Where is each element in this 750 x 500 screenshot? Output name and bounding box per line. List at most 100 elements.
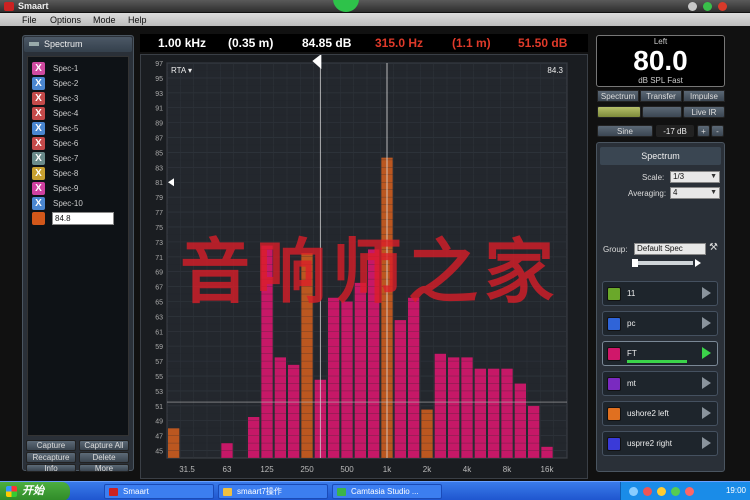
tray-icon[interactable] xyxy=(671,487,680,496)
spec-row[interactable]: X Spec-2 xyxy=(32,77,126,91)
play-icon[interactable] xyxy=(702,287,711,299)
trace-row[interactable]: mt xyxy=(602,371,718,396)
spec-toggle-icon[interactable]: X xyxy=(32,77,45,90)
x-tick-label: 2k xyxy=(423,465,432,474)
trace-color-swatch[interactable] xyxy=(607,347,621,361)
taskbar-item[interactable]: Smaart xyxy=(104,484,214,499)
menu-help[interactable]: Help xyxy=(128,15,147,25)
trace-name: ushore2 left xyxy=(627,409,669,418)
y-tick-label: 59 xyxy=(155,344,163,351)
slider-handle[interactable] xyxy=(632,259,638,267)
spec-row[interactable]: X Spec-8 xyxy=(32,167,126,181)
tab-spectrum[interactable]: Spectrum xyxy=(597,90,639,102)
tray-icon[interactable] xyxy=(685,487,694,496)
y-tick-label: 49 xyxy=(155,419,163,426)
spec-row[interactable]: X Spec-10 xyxy=(32,197,126,211)
more-button[interactable]: More xyxy=(79,464,129,473)
spec-toggle-icon[interactable]: X xyxy=(32,122,45,135)
tab-transfer[interactable]: Transfer xyxy=(640,90,682,102)
trace-row[interactable]: pc xyxy=(602,311,718,336)
spec-row[interactable]: X Spec-1 xyxy=(32,62,126,76)
tray-icon[interactable] xyxy=(657,487,666,496)
y-tick-label: 79 xyxy=(155,195,163,202)
spec-toggle-icon[interactable]: X xyxy=(32,167,45,180)
capture-button[interactable]: Capture xyxy=(26,440,76,451)
trace-row[interactable]: usprre2 right xyxy=(602,431,718,456)
capture-all-button[interactable]: Capture All xyxy=(79,440,129,451)
spec-toggle-icon[interactable]: X xyxy=(32,197,45,210)
menu-mode[interactable]: Mode xyxy=(93,15,116,25)
info-button[interactable]: Info xyxy=(26,464,76,473)
averaging-select[interactable]: 4 ▼ xyxy=(670,187,720,199)
view-toggle-right[interactable] xyxy=(642,106,682,118)
menu-options[interactable]: Options xyxy=(50,15,81,25)
x-tick-label: 125 xyxy=(260,465,274,474)
trace-color-swatch[interactable] xyxy=(607,437,621,451)
spec-name: Spec-8 xyxy=(53,169,79,178)
trace-color-swatch[interactable] xyxy=(607,317,621,331)
taskbar-item[interactable]: Camtasia Studio ... xyxy=(332,484,442,499)
x-tick-label: 16k xyxy=(541,465,555,474)
spec-row[interactable]: X Spec-5 xyxy=(32,122,126,136)
rta-chart[interactable]: 45 47 49 51 53 55 57 59 61 63 65 67 69 71 73 75 77 79 81 83… xyxy=(141,55,587,478)
group-slider[interactable] xyxy=(632,259,701,267)
tray-icon[interactable] xyxy=(643,487,652,496)
spl-meter[interactable]: Left 80.0 dB SPL Fast xyxy=(596,35,725,87)
spec-row[interactable]: X Spec-6 xyxy=(32,137,126,151)
chevron-down-icon: ▼ xyxy=(710,173,717,180)
play-icon[interactable] xyxy=(702,377,711,389)
trace-color-swatch[interactable] xyxy=(607,377,621,391)
spec-toggle-icon[interactable]: X xyxy=(32,62,45,75)
spec-row[interactable]: X Spec-9 xyxy=(32,182,126,196)
windows-logo-icon xyxy=(6,486,17,497)
trace-row-active[interactable]: FT xyxy=(602,341,718,366)
delete-button[interactable]: Delete xyxy=(79,452,129,463)
taskbar-item[interactable]: smaart7操作 xyxy=(218,484,328,499)
collapse-icon[interactable] xyxy=(29,42,39,46)
group-label: Group: xyxy=(603,245,628,254)
tools-icon[interactable]: ⚒ xyxy=(709,242,718,253)
trace-color-swatch[interactable] xyxy=(607,407,621,421)
spec-row[interactable]: X Spec-7 xyxy=(32,152,126,166)
x-tick-label: 63 xyxy=(223,465,232,474)
start-button[interactable]: 开始 xyxy=(0,482,70,500)
spec-name-input[interactable]: 84.8 xyxy=(52,212,114,225)
trace-name: FT xyxy=(627,349,637,358)
spec-color-swatch[interactable] xyxy=(32,212,45,225)
spec-row[interactable]: X Spec-3 xyxy=(32,92,126,106)
trace-row[interactable]: 11 xyxy=(602,281,718,306)
gain-plus-button[interactable]: + xyxy=(697,125,710,137)
play-icon[interactable] xyxy=(702,407,711,419)
tab-impulse[interactable]: Impulse xyxy=(683,90,725,102)
menu-file[interactable]: File xyxy=(22,15,37,25)
play-icon[interactable] xyxy=(702,347,711,359)
meter-unit-label: dB SPL Fast xyxy=(638,76,683,85)
spec-toggle-icon[interactable]: X xyxy=(32,92,45,105)
live-ir-button[interactable]: Live IR xyxy=(683,106,725,118)
spec-toggle-icon[interactable]: X xyxy=(32,152,45,165)
maximize-button[interactable] xyxy=(703,2,712,11)
rta-plot[interactable]: 45 47 49 51 53 55 57 59 61 63 65 67 69 71 73 75 77 79 81 83… xyxy=(140,54,588,479)
spec-toggle-icon[interactable]: X xyxy=(32,182,45,195)
gain-minus-button[interactable]: - xyxy=(711,125,724,137)
close-button[interactable] xyxy=(718,2,727,11)
y-tick-label: 85 xyxy=(155,150,163,157)
trace-row[interactable]: ushore2 left xyxy=(602,401,718,426)
scale-select[interactable]: 1/3 ▼ xyxy=(670,171,720,183)
spectrum-panel-header[interactable]: Spectrum xyxy=(24,37,132,52)
play-icon[interactable] xyxy=(702,437,711,449)
play-icon[interactable] xyxy=(702,317,711,329)
spec-toggle-icon[interactable]: X xyxy=(32,107,45,120)
recapture-button[interactable]: Recapture xyxy=(26,452,76,463)
group-select[interactable]: Default Spec xyxy=(634,243,706,255)
readout-level-2: 51.50 dB xyxy=(518,36,568,50)
spec-toggle-icon[interactable]: X xyxy=(32,137,45,150)
tray-icon[interactable] xyxy=(629,487,638,496)
trace-color-swatch[interactable] xyxy=(607,287,621,301)
sine-generator-button[interactable]: Sine xyxy=(597,125,653,137)
y-tick-label: 55 xyxy=(155,374,163,381)
minimize-button[interactable] xyxy=(688,2,697,11)
view-toggle-left[interactable] xyxy=(597,106,641,118)
generator-gain-field[interactable]: -17 dB xyxy=(656,125,694,137)
spec-row[interactable]: X Spec-4 xyxy=(32,107,126,121)
